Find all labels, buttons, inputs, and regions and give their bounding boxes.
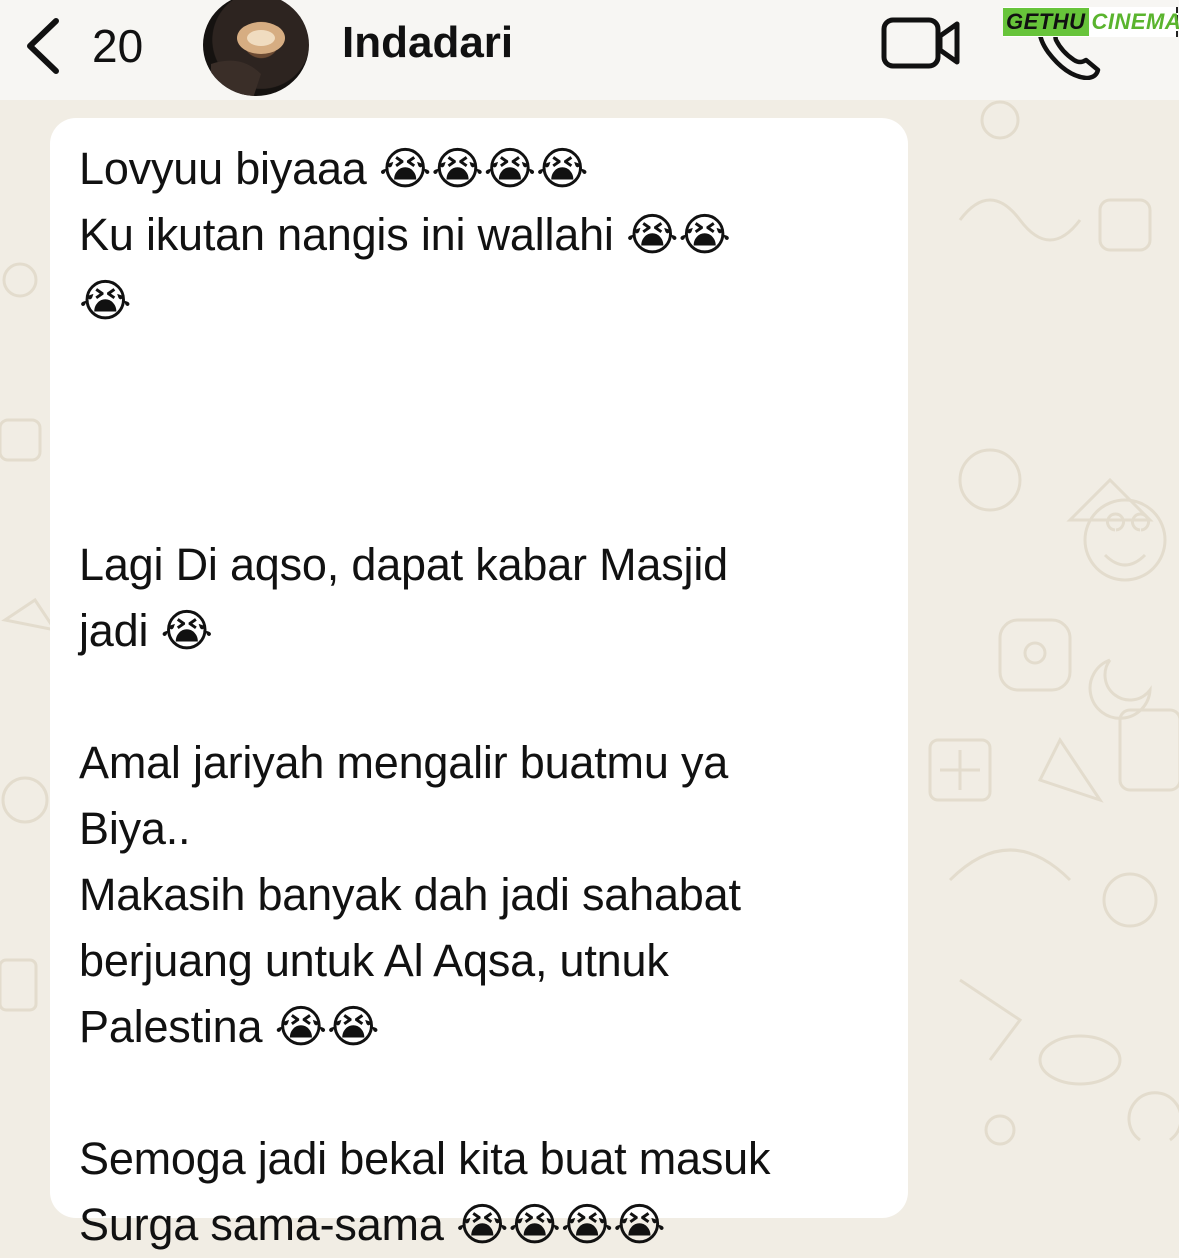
avatar[interactable] [203,0,309,96]
avatar-photo [203,0,309,96]
message-text: Lovyuu biyaaa 😭😭😭😭 Ku ikutan nangis ini … [79,136,899,1258]
video-call-icon[interactable] [880,15,962,71]
chat-header: 20 Indadari GETHUCINEMA [0,0,1179,100]
back-button[interactable]: 20 [22,16,162,76]
unread-count: 20 [92,19,143,73]
chevron-left-icon [22,17,62,75]
watermark-text-2: CINEMA [1089,8,1179,36]
contact-name[interactable]: Indadari [342,18,513,68]
watermark-text-1: GETHU [1003,8,1089,36]
watermark-logo: GETHUCINEMA [1003,7,1178,37]
